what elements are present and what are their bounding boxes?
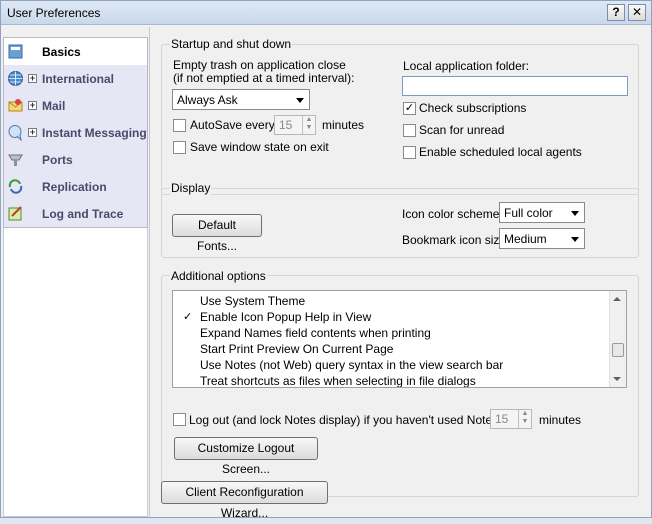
sidebar-blank-area bbox=[3, 228, 148, 517]
sidebar-item-label: Log and Trace bbox=[42, 207, 124, 221]
default-fonts-button[interactable]: Default Fonts... bbox=[172, 214, 262, 253]
sidebar-item-label: Mail bbox=[42, 99, 66, 113]
sidebar-item-instant-messaging[interactable]: + Instant Messaging bbox=[4, 119, 147, 146]
autosave-minutes-stepper[interactable]: 15 ▲ ▼ bbox=[274, 115, 316, 135]
logout-minutes-label: minutes bbox=[539, 413, 582, 427]
sidebar-item-label: Ports bbox=[42, 153, 73, 167]
mail-icon bbox=[8, 99, 23, 112]
log-icon bbox=[8, 206, 22, 221]
logout-minutes-stepper[interactable]: 15 ▲ ▼ bbox=[490, 409, 532, 429]
scroll-up-icon[interactable] bbox=[613, 297, 621, 301]
sidebar-item-log-and-trace[interactable]: Log and Trace bbox=[4, 200, 147, 227]
scheduled-agents-label: Enable scheduled local agents bbox=[419, 145, 582, 159]
sidebar-item-basics[interactable]: Basics bbox=[4, 38, 147, 65]
window-title: User Preferences bbox=[7, 6, 101, 20]
bookmark-icon-size-select[interactable]: Medium bbox=[499, 228, 585, 249]
autosave-checkbox[interactable] bbox=[173, 119, 186, 132]
globe-icon bbox=[8, 71, 23, 86]
save-window-state-checkbox[interactable] bbox=[173, 141, 186, 154]
empty-trash-select[interactable]: Always Ask bbox=[172, 89, 310, 110]
display-group-title: Display bbox=[170, 181, 212, 195]
sidebar-item-international[interactable]: + International bbox=[4, 65, 147, 92]
bookmark-icon-size-label: Bookmark icon size bbox=[402, 233, 507, 247]
chevron-down-icon bbox=[571, 211, 579, 216]
local-folder-input[interactable] bbox=[402, 76, 628, 96]
icon-color-scheme-label: Icon color scheme bbox=[402, 207, 500, 221]
basics-panel: Startup and shut down Empty trash on app… bbox=[149, 27, 651, 520]
sidebar-item-ports[interactable]: Ports bbox=[4, 146, 147, 173]
user-preferences-window: User Preferences ? ✕ Basics + Internatio… bbox=[0, 0, 652, 520]
scan-unread-checkbox[interactable] bbox=[403, 124, 416, 137]
title-bar: User Preferences ? ✕ bbox=[1, 1, 651, 25]
chat-icon bbox=[8, 125, 22, 141]
sidebar-item-label: Instant Messaging bbox=[42, 126, 147, 140]
empty-trash-value: Always Ask bbox=[177, 93, 238, 107]
basics-icon bbox=[8, 44, 23, 59]
category-sidebar: Basics + International + Mail + Instant … bbox=[3, 37, 148, 228]
additional-options-title: Additional options bbox=[170, 269, 267, 283]
sidebar-item-label: International bbox=[42, 72, 115, 86]
scheduled-agents-checkbox[interactable] bbox=[403, 146, 416, 159]
option-label: Start Print Preview On Current Page bbox=[200, 342, 394, 356]
option-label: Use Notes (not Web) query syntax in the … bbox=[200, 358, 504, 372]
autosave-value: 15 bbox=[279, 118, 293, 132]
icon-color-scheme-select[interactable]: Full color bbox=[499, 202, 585, 223]
chevron-down-icon bbox=[571, 237, 579, 242]
empty-trash-sublabel: (if not emptied at a timed interval): bbox=[173, 71, 355, 85]
startup-group-title: Startup and shut down bbox=[170, 37, 293, 51]
icon-color-scheme-value: Full color bbox=[504, 206, 553, 220]
option-label: Expand Names field contents when printin… bbox=[200, 326, 431, 340]
sidebar-item-label: Replication bbox=[42, 180, 107, 194]
replication-icon bbox=[8, 179, 23, 194]
expand-icon[interactable]: + bbox=[28, 101, 37, 110]
sidebar-item-mail[interactable]: + Mail bbox=[4, 92, 147, 119]
local-folder-label: Local application folder: bbox=[403, 59, 530, 73]
scroll-thumb[interactable] bbox=[612, 343, 624, 357]
bookmark-icon-size-value: Medium bbox=[504, 232, 547, 246]
checkmark-icon: ✓ bbox=[183, 311, 193, 323]
option-label: Enable Icon Popup Help in View bbox=[200, 310, 372, 324]
additional-options-list[interactable]: Use System Theme ✓ Enable Icon Popup Hel… bbox=[172, 290, 627, 388]
logout-value: 15 bbox=[495, 412, 509, 426]
customize-logout-screen-button[interactable]: Customize Logout Screen... bbox=[174, 437, 318, 476]
help-button[interactable]: ? bbox=[607, 4, 625, 21]
check-subscriptions-label: Check subscriptions bbox=[419, 101, 527, 115]
spin-arrows-icon[interactable]: ▲ ▼ bbox=[518, 410, 531, 428]
expand-icon[interactable]: + bbox=[28, 128, 37, 137]
sidebar-item-label: Basics bbox=[42, 45, 81, 59]
option-label: Use System Theme bbox=[200, 294, 306, 308]
spin-arrows-icon[interactable]: ▲ ▼ bbox=[302, 116, 315, 134]
scan-unread-label: Scan for unread bbox=[419, 123, 505, 137]
list-scrollbar[interactable] bbox=[609, 291, 626, 387]
option-label: Treat shortcuts as files when selecting … bbox=[200, 374, 476, 388]
autosave-label: AutoSave every bbox=[190, 118, 275, 132]
autosave-minutes-label: minutes bbox=[322, 118, 365, 132]
chevron-down-icon bbox=[296, 98, 304, 103]
logout-checkbox[interactable] bbox=[173, 413, 186, 426]
empty-trash-label: Empty trash on application close bbox=[173, 58, 346, 72]
check-subscriptions-checkbox[interactable]: ✓ bbox=[403, 102, 416, 115]
logout-label: Log out (and lock Notes display) if you … bbox=[189, 413, 516, 427]
save-window-state-label: Save window state on exit bbox=[190, 140, 329, 154]
client-reconfiguration-wizard-button[interactable]: Client Reconfiguration Wizard... bbox=[161, 481, 328, 520]
scroll-down-icon[interactable] bbox=[613, 377, 621, 381]
close-button[interactable]: ✕ bbox=[628, 4, 646, 21]
sidebar-item-replication[interactable]: Replication bbox=[4, 173, 147, 200]
expand-icon[interactable]: + bbox=[28, 74, 37, 83]
ports-icon bbox=[8, 154, 23, 166]
